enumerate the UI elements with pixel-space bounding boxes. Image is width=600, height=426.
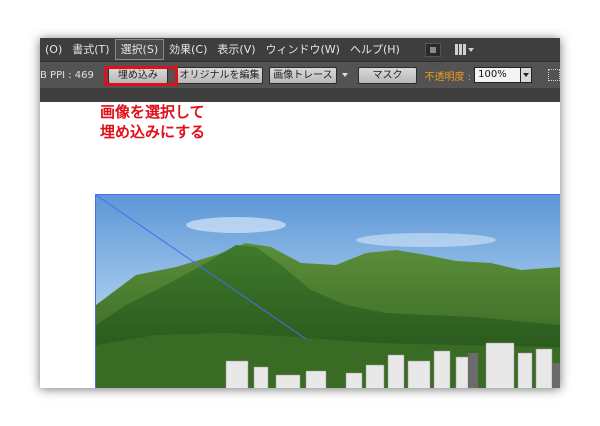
chevron-down-icon [523, 73, 530, 77]
tab-strip [40, 88, 560, 102]
image-trace-dropdown[interactable] [339, 67, 351, 84]
opacity-input[interactable]: 100% [474, 67, 521, 83]
chevron-down-icon [341, 73, 348, 77]
menu-bar: (O) 書式(T) 選択(S) 効果(C) 表示(V) ウィンドウ(W) ヘルプ… [40, 38, 560, 61]
instruction-annotation: 画像を選択して 埋め込みにする [100, 102, 205, 142]
edit-original-button[interactable]: オリジナルを編集 [175, 66, 264, 84]
cloud [356, 233, 496, 247]
chevron-down-icon [467, 47, 474, 52]
mask-button[interactable]: マスク [358, 66, 417, 84]
menu-window[interactable]: ウィンドウ(W) [261, 39, 345, 60]
placed-image[interactable] [95, 194, 560, 388]
bridge-icon[interactable] [424, 42, 441, 57]
instruction-line-1: 画像を選択して [100, 103, 205, 121]
opacity-dropdown[interactable] [520, 67, 533, 83]
opacity-label: 不透明度 : [424, 71, 472, 83]
menu-select[interactable]: 選択(S) [114, 39, 165, 60]
menu-view[interactable]: 表示(V) [212, 39, 260, 60]
ppi-readout: B PPI : 469 [40, 69, 94, 81]
menu-type[interactable]: 書式(T) [67, 39, 114, 60]
menu-object[interactable]: (O) [40, 39, 67, 60]
image-trace-button[interactable]: 画像トレース [269, 66, 337, 84]
menu-help[interactable]: ヘルプ(H) [345, 39, 405, 60]
landscape-photo [96, 195, 560, 388]
app-window: (O) 書式(T) 選択(S) 効果(C) 表示(V) ウィンドウ(W) ヘルプ… [40, 38, 560, 388]
embed-button-highlight [104, 66, 178, 86]
arrange-documents-icon[interactable] [454, 44, 474, 55]
cloud [186, 217, 286, 233]
artboard-canvas[interactable]: 画像を選択して 埋め込みにする [40, 102, 560, 388]
instruction-line-2: 埋め込みにする [100, 123, 206, 141]
menu-effect[interactable]: 効果(C) [164, 39, 212, 60]
panel-options-icon[interactable] [548, 69, 560, 81]
